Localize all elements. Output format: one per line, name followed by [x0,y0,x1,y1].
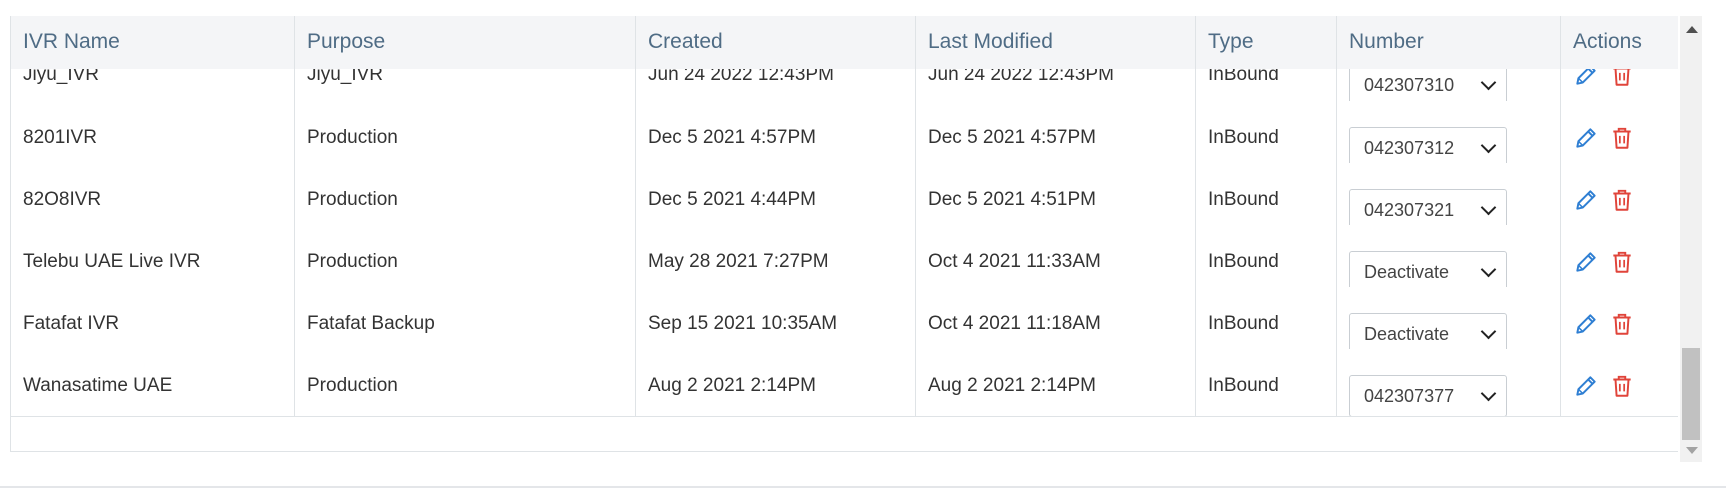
pencil-icon[interactable] [1573,187,1599,213]
table-row: 82O8IVR Production Dec 5 2021 4:44PM Dec 5 … [11,163,1678,231]
number-select-value: Deactivate [1364,262,1450,282]
last-modified-cell: Dec 5 2021 4:57PM [916,101,1196,168]
created-cell: May 28 2021 7:27PM [636,225,916,292]
number-select-value: 042307321 [1364,200,1455,220]
actions-cell [1561,225,1678,292]
table-row: 8201IVR Production Dec 5 2021 4:57PM Dec 5 … [11,101,1678,169]
number-select[interactable]: 042307377 [1349,375,1507,416]
column-header-type[interactable]: Type [1196,16,1337,69]
pencil-icon[interactable] [1573,373,1599,399]
number-cell: 042307321 [1337,163,1561,230]
purpose-cell: Production [295,225,636,292]
column-header-last-modified[interactable]: Last Modified [916,16,1196,69]
actions-cell [1561,287,1678,354]
vertical-scrollbar[interactable] [1680,16,1702,462]
chevron-down-icon [1480,385,1497,402]
chevron-down-icon [1480,74,1497,91]
purpose-cell: Production [295,163,636,230]
column-header-actions: Actions [1573,30,1642,53]
number-select-value: 042307310 [1364,75,1455,95]
scroll-up-arrow-icon[interactable] [1686,26,1698,33]
number-cell: Deactivate [1337,225,1561,292]
pencil-icon[interactable] [1573,311,1599,337]
trash-icon[interactable] [1609,125,1635,151]
last-modified-cell: Aug 2 2021 2:14PM [916,349,1196,416]
number-select[interactable]: 042307310 [1349,64,1507,105]
purpose-cell: Production [295,349,636,416]
ivr-list-panel: Jiyu_IVR Jiyu_IVR Jun 24 2022 12:43PM Jun 2… [0,0,1726,490]
table-row: Fatafat IVR Fatafat Backup Sep 15 2021 10:… [11,287,1678,355]
trash-icon[interactable] [1609,249,1635,275]
number-select-value: Deactivate [1364,324,1450,344]
table-row: Telebu UAE Live IVR Production May 28 2021… [11,225,1678,293]
panel-divider [0,486,1726,488]
number-select-value: 042307377 [1364,386,1455,406]
pencil-icon[interactable] [1573,249,1599,275]
type-cell: InBound [1196,101,1337,168]
number-select[interactable]: 042307312 [1349,127,1507,168]
column-header-purpose[interactable]: Purpose [295,16,636,69]
scroll-down-arrow-icon[interactable] [1686,447,1698,454]
type-cell: InBound [1196,225,1337,292]
ivr-name-cell: 82O8IVR [11,163,295,230]
created-cell: Aug 2 2021 2:14PM [636,349,916,416]
number-select-value: 042307312 [1364,138,1455,158]
actions-cell [1561,349,1678,416]
created-cell: Dec 5 2021 4:44PM [636,163,916,230]
scrollbar-thumb[interactable] [1682,348,1700,440]
pencil-icon[interactable] [1573,125,1599,151]
column-header-number[interactable]: Number [1337,16,1561,69]
trash-icon[interactable] [1609,373,1635,399]
purpose-cell: Production [295,101,636,168]
trash-icon[interactable] [1609,311,1635,337]
last-modified-cell: Oct 4 2021 11:33AM [916,225,1196,292]
type-cell: InBound [1196,349,1337,416]
chevron-down-icon [1480,199,1497,216]
table-row: Wanasatime UAE Production Aug 2 2021 2:14P… [11,349,1678,417]
column-header-created[interactable]: Created [636,16,916,69]
created-cell: Dec 5 2021 4:57PM [636,101,916,168]
purpose-cell: Fatafat Backup [295,287,636,354]
ivr-name-cell: 8201IVR [11,101,295,168]
type-cell: InBound [1196,287,1337,354]
last-modified-cell: Oct 4 2021 11:18AM [916,287,1196,354]
ivr-table-header: IVR Name Purpose Created Last Modified T… [11,16,1678,69]
ivr-name-cell: Telebu UAE Live IVR [11,225,295,292]
trash-icon[interactable] [1609,187,1635,213]
type-cell: InBound [1196,163,1337,230]
last-modified-cell: Dec 5 2021 4:51PM [916,163,1196,230]
number-select[interactable]: 042307321 [1349,189,1507,230]
created-cell: Sep 15 2021 10:35AM [636,287,916,354]
chevron-down-icon [1480,261,1497,278]
actions-cell [1561,163,1678,230]
number-cell: 042307377 [1337,349,1561,416]
actions-cell [1561,101,1678,168]
ivr-table: Jiyu_IVR Jiyu_IVR Jun 24 2022 12:43PM Jun 2… [10,16,1678,452]
number-select[interactable]: Deactivate [1349,313,1507,354]
chevron-down-icon [1480,137,1497,154]
number-select[interactable]: Deactivate [1349,251,1507,292]
ivr-name-cell: Fatafat IVR [11,287,295,354]
number-cell: 042307312 [1337,101,1561,168]
column-header-ivr-name[interactable]: IVR Name [11,16,295,69]
chevron-down-icon [1480,323,1497,340]
number-cell: Deactivate [1337,287,1561,354]
ivr-name-cell: Wanasatime UAE [11,349,295,416]
